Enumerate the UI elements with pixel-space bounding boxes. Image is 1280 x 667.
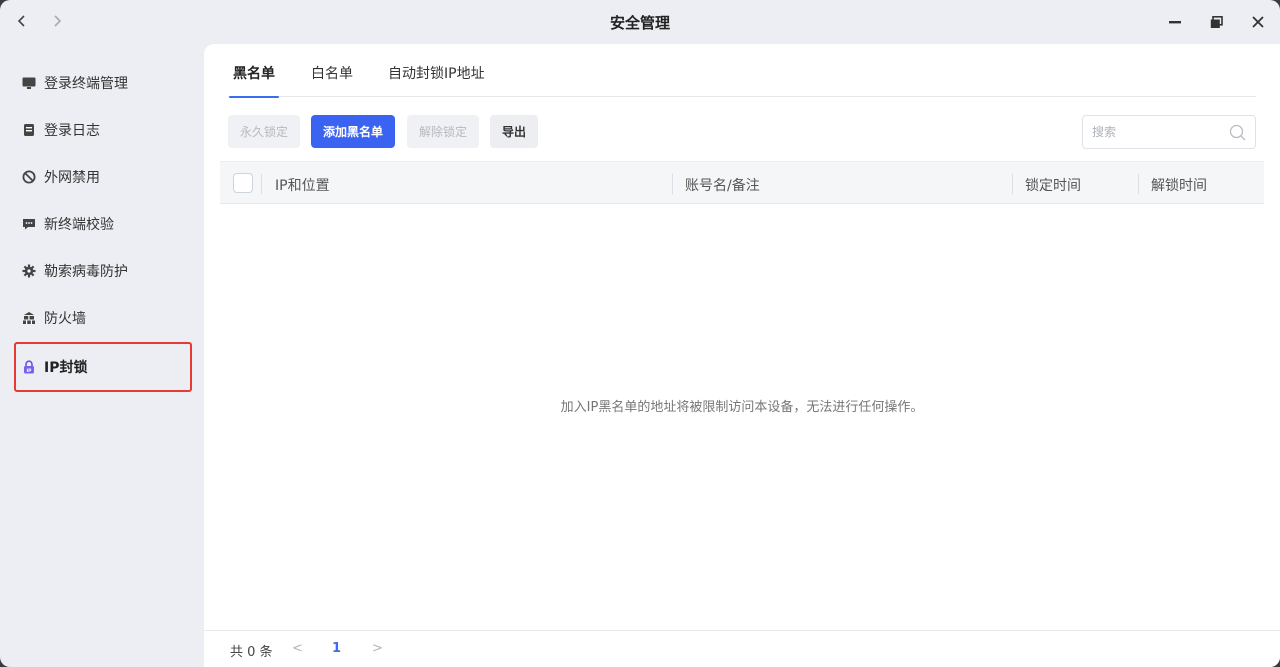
permanent-lock-button[interactable]: 永久锁定 <box>228 115 301 148</box>
column-header-unlock-time[interactable]: 解锁时间 <box>1151 175 1207 195</box>
title-bar: 安全管理 <box>0 0 1280 44</box>
sidebar-item-label: 登录终端管理 <box>44 76 128 92</box>
firewall-icon <box>22 311 36 325</box>
add-blacklist-button[interactable]: 添加黑名单 <box>311 115 396 148</box>
close-icon <box>1252 16 1264 28</box>
monitor-icon <box>22 76 36 90</box>
restore-button[interactable] <box>1205 11 1227 33</box>
main-panel: 黑名单 白名单 自动封锁IP地址 永久锁定 添加黑名单 解除锁定 导出 IP和位… <box>204 44 1280 667</box>
minimize-button[interactable] <box>1164 11 1186 33</box>
sidebar-item-label: 新终端校验 <box>44 217 114 233</box>
lock-icon: IP <box>22 360 36 374</box>
column-header-account[interactable]: 账号名/备注 <box>685 175 760 195</box>
prev-page-button[interactable]: < <box>292 641 303 656</box>
tab-blacklist[interactable]: 黑名单 <box>229 63 279 98</box>
sidebar-item-label: 勒索病毒防护 <box>44 264 128 280</box>
sidebar-item-new-terminal-verify[interactable]: 新终端校验 <box>14 201 192 247</box>
restore-icon <box>1210 15 1223 28</box>
message-icon <box>22 217 36 231</box>
search-input[interactable] <box>1092 124 1222 140</box>
ban-icon <box>22 170 36 184</box>
export-button[interactable]: 导出 <box>490 115 539 148</box>
sidebar-item-label: 防火墙 <box>44 311 86 327</box>
app-window: 安全管理 登录终端管理 登录日志 外网禁用 新终端校验 勒索病毒防护 防火墙 I… <box>0 0 1280 667</box>
sidebar-item-label: 登录日志 <box>44 123 100 139</box>
column-divider <box>1138 174 1139 194</box>
sidebar-item-login-terminal[interactable]: 登录终端管理 <box>14 60 192 106</box>
sidebar-item-label: IP封锁 <box>44 360 88 376</box>
unlock-button[interactable]: 解除锁定 <box>407 115 480 148</box>
window-title: 安全管理 <box>609 14 670 32</box>
empty-state-message: 加入IP黑名单的地址将被限制访问本设备，无法进行任何操作。 <box>560 400 924 415</box>
log-icon <box>22 123 36 137</box>
total-count: 共 0 条 <box>230 645 273 660</box>
sidebar-item-ransomware-protection[interactable]: 勒索病毒防护 <box>14 248 192 294</box>
tab-whitelist[interactable]: 白名单 <box>311 63 353 97</box>
search-icon[interactable] <box>1229 124 1246 141</box>
gear-icon <box>22 264 36 278</box>
next-page-button[interactable]: > <box>372 641 383 656</box>
column-header-ip[interactable]: IP和位置 <box>275 175 330 195</box>
column-divider <box>1012 174 1013 194</box>
tab-auto-block-ip[interactable]: 自动封锁IP地址 <box>388 63 485 97</box>
sidebar-item-external-ban[interactable]: 外网禁用 <box>14 154 192 200</box>
sidebar-item-firewall[interactable]: 防火墙 <box>14 295 192 341</box>
sidebar: 登录终端管理 登录日志 外网禁用 新终端校验 勒索病毒防护 防火墙 IP IP封… <box>0 44 204 667</box>
tab-bar: 黑名单 白名单 自动封锁IP地址 <box>228 44 1256 98</box>
column-divider <box>261 174 262 194</box>
column-divider <box>672 174 673 194</box>
close-button[interactable] <box>1247 11 1269 33</box>
sidebar-item-login-log[interactable]: 登录日志 <box>14 107 192 153</box>
column-header-lock-time[interactable]: 锁定时间 <box>1025 175 1081 195</box>
search-box <box>1082 115 1256 149</box>
sidebar-item-label: 外网禁用 <box>44 170 100 186</box>
select-all-checkbox[interactable] <box>233 173 253 193</box>
sidebar-item-ip-lock[interactable]: IP IP封锁 <box>14 342 192 392</box>
table-header: IP和位置 账号名/备注 锁定时间 解锁时间 <box>220 161 1264 204</box>
minimize-icon <box>1169 21 1181 24</box>
svg-text:IP: IP <box>27 368 33 374</box>
pagination-bar: 共 0 条 < 1 > <box>204 630 1280 667</box>
page-number-current[interactable]: 1 <box>332 641 341 656</box>
